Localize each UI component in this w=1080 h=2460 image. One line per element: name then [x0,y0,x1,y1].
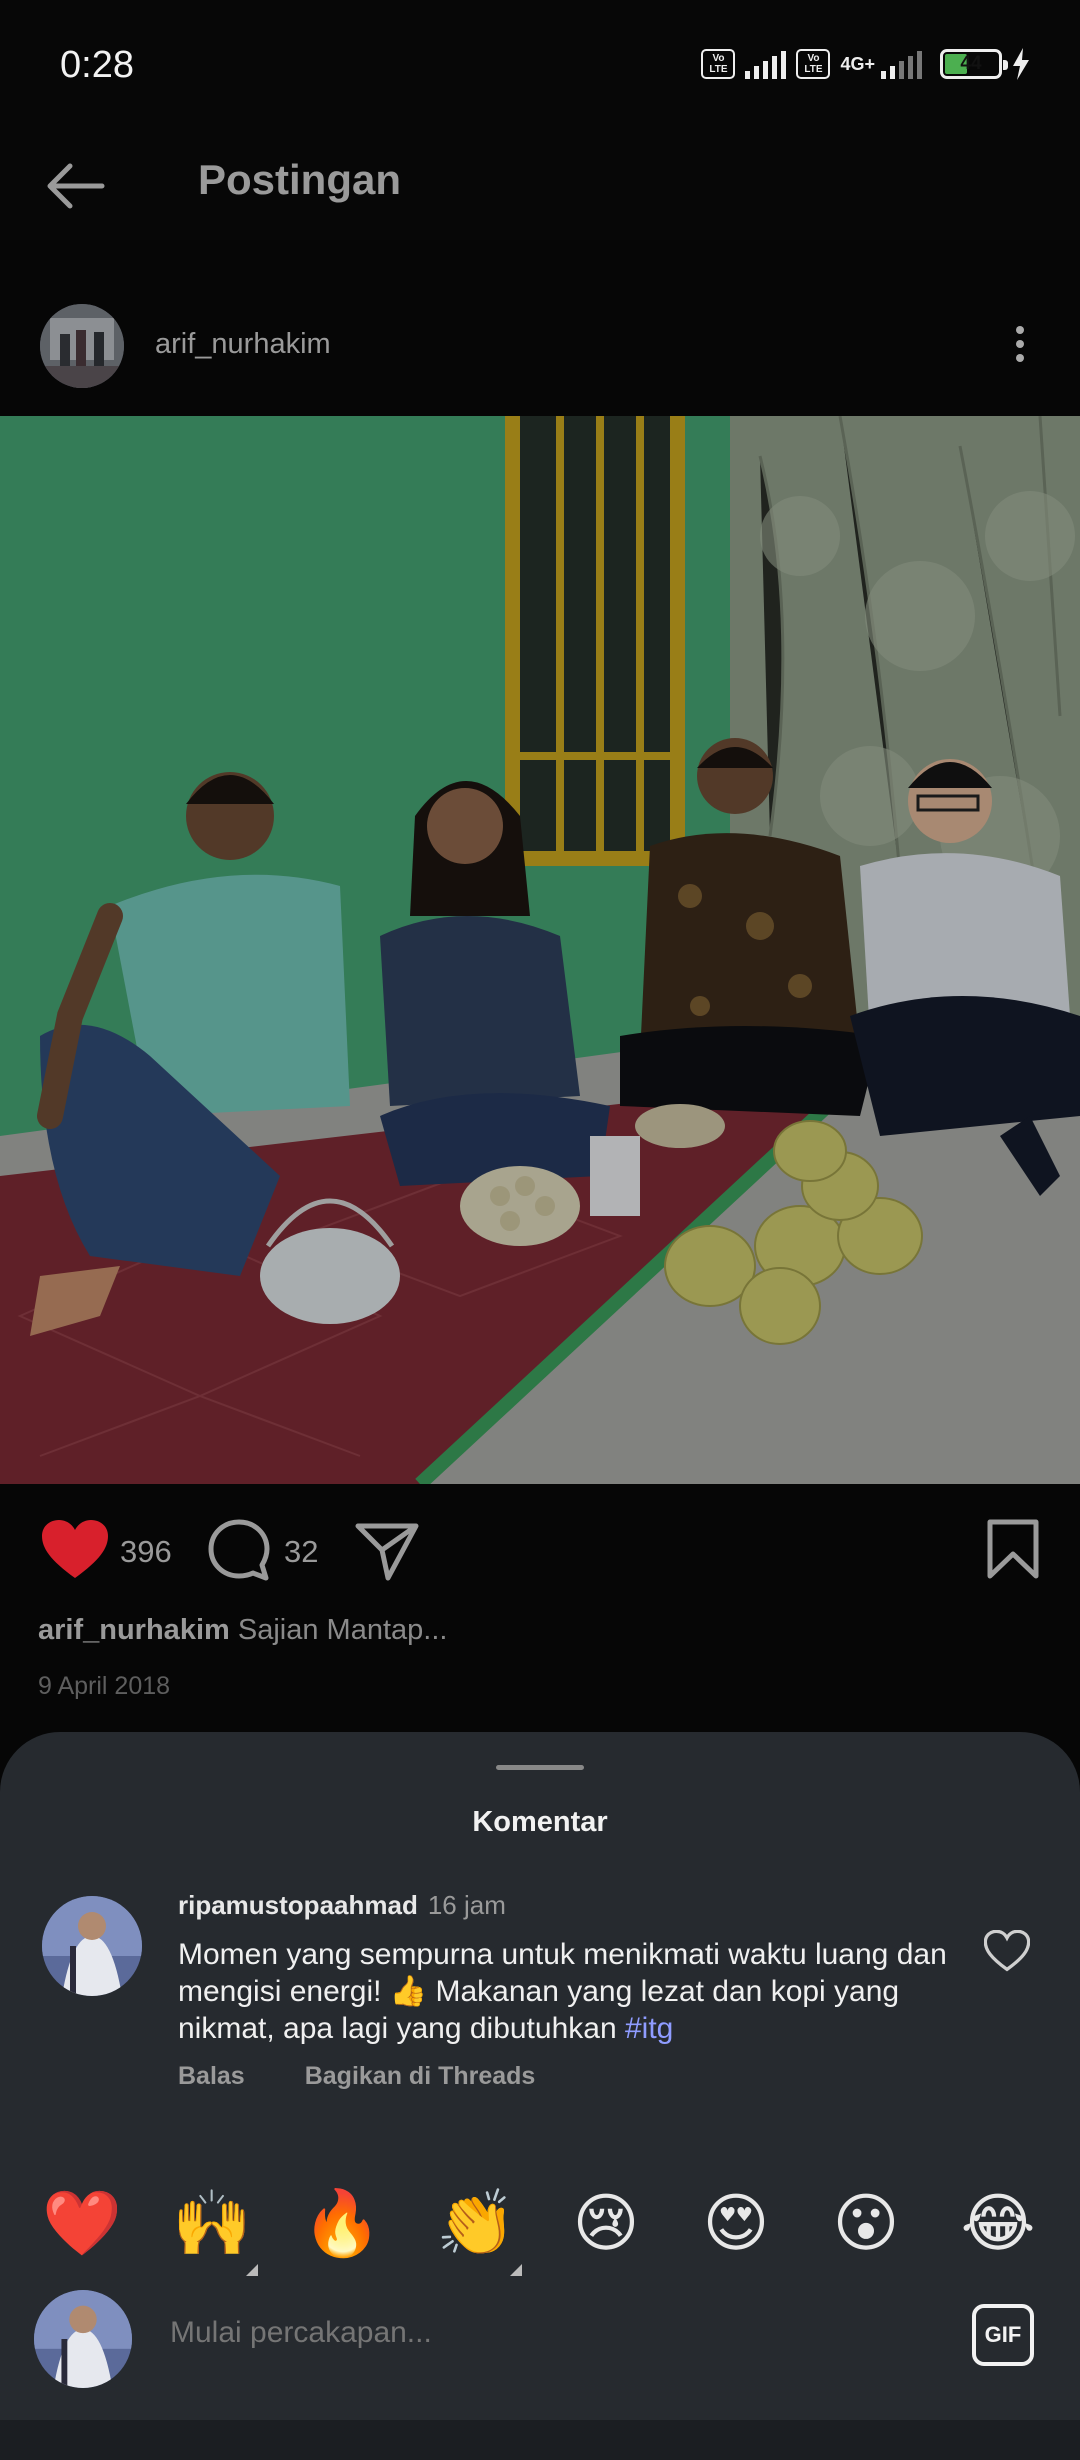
reply-button[interactable]: Balas [178,2062,245,2091]
post-image [0,416,1080,1484]
comment-input[interactable] [170,2316,870,2350]
quick-emoji-row: ❤️ 🙌 🔥 👏 😢 😍 😮 😂 [0,2184,1080,2276]
send-icon [355,1523,419,1581]
comment-count[interactable]: 32 [284,1534,318,1570]
emoji-heart-eyes[interactable]: 😍 [696,2184,776,2264]
comment-button[interactable] [206,1518,272,1589]
battery-icon: 44 [940,49,1008,79]
emoji-crying[interactable]: 😢 [566,2184,646,2264]
share-button[interactable] [354,1518,422,1589]
caption-text: Sajian Mantap... [237,1614,448,1646]
skin-tone-indicator-2 [510,2264,522,2276]
commenter-avatar[interactable] [42,1896,142,1996]
comment-text: Momen yang sempurna untuk menikmati wakt… [178,1938,947,2045]
status-bar: 0:28 Vo LTE Vo LTE 4G+ 44 [0,0,1080,130]
comment-actions: Balas Bagikan di Threads [178,2062,535,2091]
post-author-row: arif_nurhakim [0,280,1080,410]
like-button[interactable] [40,1518,110,1587]
network-type: 4G+ [840,54,875,74]
comment-icon [208,1519,270,1581]
sheet-drag-handle[interactable] [496,1765,584,1770]
status-icons: Vo LTE Vo LTE 4G+ 44 [701,44,1030,84]
post-actions: 396 32 [0,1500,1080,1600]
emoji-heart[interactable]: ❤️ [42,2184,122,2264]
more-options-button[interactable] [1000,320,1040,376]
share-threads-button[interactable]: Bagikan di Threads [305,2062,536,2091]
save-button[interactable] [986,1518,1040,1585]
comments-sheet: Komentar ripamustopaahmad 16 jam Momen ya… [0,1732,1080,2460]
author-username[interactable]: arif_nurhakim [155,328,331,361]
emoji-surprised[interactable]: 😮 [826,2184,906,2264]
emoji-fire[interactable]: 🔥 [302,2184,382,2264]
volte-icon: Vo LTE [701,49,736,79]
my-avatar [34,2290,132,2388]
status-time: 0:28 [60,44,134,86]
like-count[interactable]: 396 [120,1534,172,1570]
signal-icon-2 [881,49,922,79]
post-caption: arif_nurhakim Sajian Mantap... [38,1614,447,1647]
heart-outline-icon [983,1929,1031,1972]
navigation-bar [0,2420,1080,2460]
arrow-left-icon [47,163,105,209]
signal-icon [745,49,787,79]
author-avatar[interactable] [40,304,124,388]
like-comment-button[interactable] [983,1929,1031,1976]
comment-time: 16 jam [427,1890,506,1920]
emoji-clap[interactable]: 👏 [436,2184,516,2264]
commenter-username[interactable]: ripamustopaahmad 16 jam [178,1890,506,1921]
back-button[interactable] [40,150,112,222]
skin-tone-indicator [246,2264,258,2276]
comment-composer: GIF [0,2280,1080,2400]
caption-username[interactable]: arif_nurhakim [38,1614,230,1646]
heart-filled-icon [42,1520,108,1578]
post-date: 9 April 2018 [38,1672,171,1700]
comment-hashtag[interactable]: #itg [625,2012,673,2045]
page-title: Postingan [198,156,402,203]
bookmark-icon [987,1519,1039,1579]
top-app-bar: Postingan [0,130,1080,240]
volte-icon-2: Vo LTE [796,49,831,79]
sheet-title: Komentar [472,1806,608,1838]
emoji-laughing[interactable]: 😂 [958,2184,1038,2264]
charging-icon [1013,48,1029,80]
post-photo[interactable] [0,416,1080,1484]
battery-level: 44 [960,53,982,74]
gif-button[interactable]: GIF [972,2304,1034,2366]
emoji-raised-hands[interactable]: 🙌 [172,2184,252,2264]
